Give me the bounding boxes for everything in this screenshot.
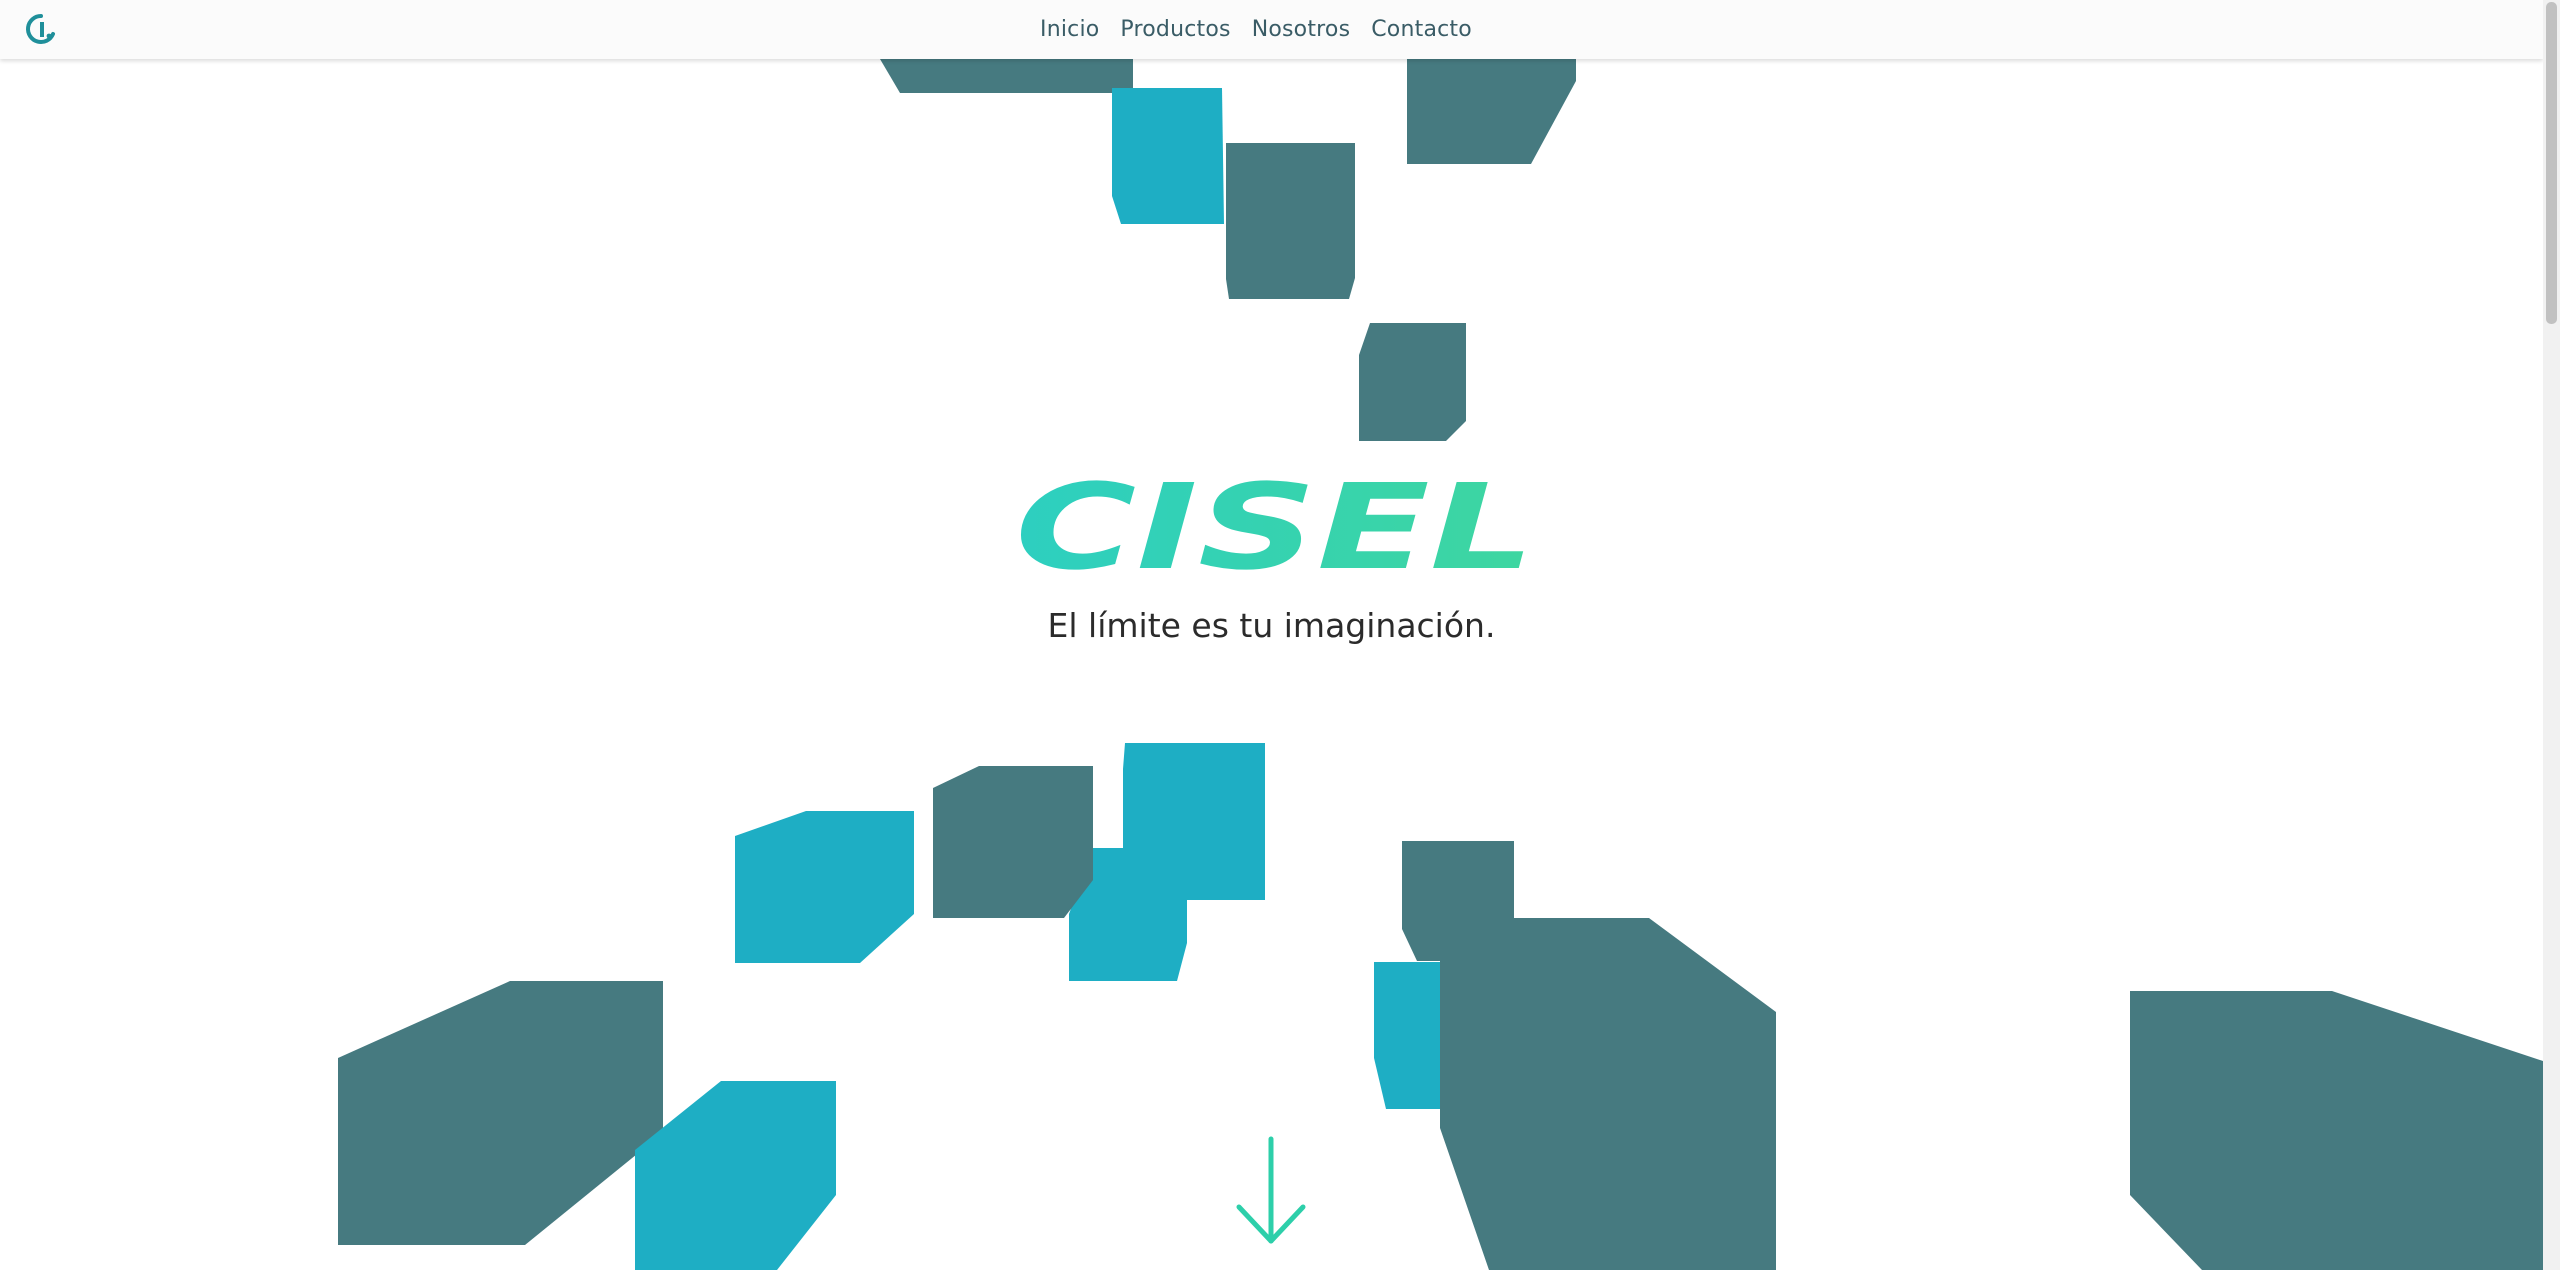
cisel-logo-icon[interactable]: [22, 12, 58, 48]
brand-logo: CISEL: [1015, 470, 1535, 580]
scrollbar-thumb[interactable]: [2546, 2, 2557, 324]
shape-low-light-1: [635, 1081, 836, 1270]
nav-menu: Inicio Productos Nosotros Contacto: [1040, 0, 1472, 59]
shape-mid-light-1: [735, 811, 914, 963]
shape-top-dark-4: [1359, 323, 1466, 441]
shape-mid-dark-1: [933, 766, 1093, 918]
shape-low-dark-1: [338, 981, 663, 1245]
brand-wordmark: CISEL: [1015, 470, 1535, 580]
shape-mid-light-3: [1374, 962, 1440, 1109]
nav-link-productos[interactable]: Productos: [1120, 17, 1230, 42]
hero-tagline: El límite es tu imaginación.: [1047, 606, 1496, 645]
shape-mid-light-2: [1069, 743, 1265, 981]
nav-link-contacto[interactable]: Contacto: [1371, 17, 1472, 42]
shape-top-dark-1: [880, 59, 1133, 93]
shape-top-dark-2: [1226, 143, 1355, 299]
page-scrollbar[interactable]: [2543, 0, 2560, 1270]
shape-top-light-1: [1112, 88, 1224, 224]
shape-top-dark-3: [1407, 59, 1576, 164]
shape-low-dark-2: [2130, 991, 2543, 1270]
nav-link-inicio[interactable]: Inicio: [1040, 17, 1099, 42]
arrow-down-icon[interactable]: [1234, 1135, 1308, 1247]
top-navbar: Inicio Productos Nosotros Contacto: [0, 0, 2543, 59]
shape-mid-dark-2: [1402, 841, 1776, 1270]
nav-link-nosotros[interactable]: Nosotros: [1252, 17, 1351, 42]
